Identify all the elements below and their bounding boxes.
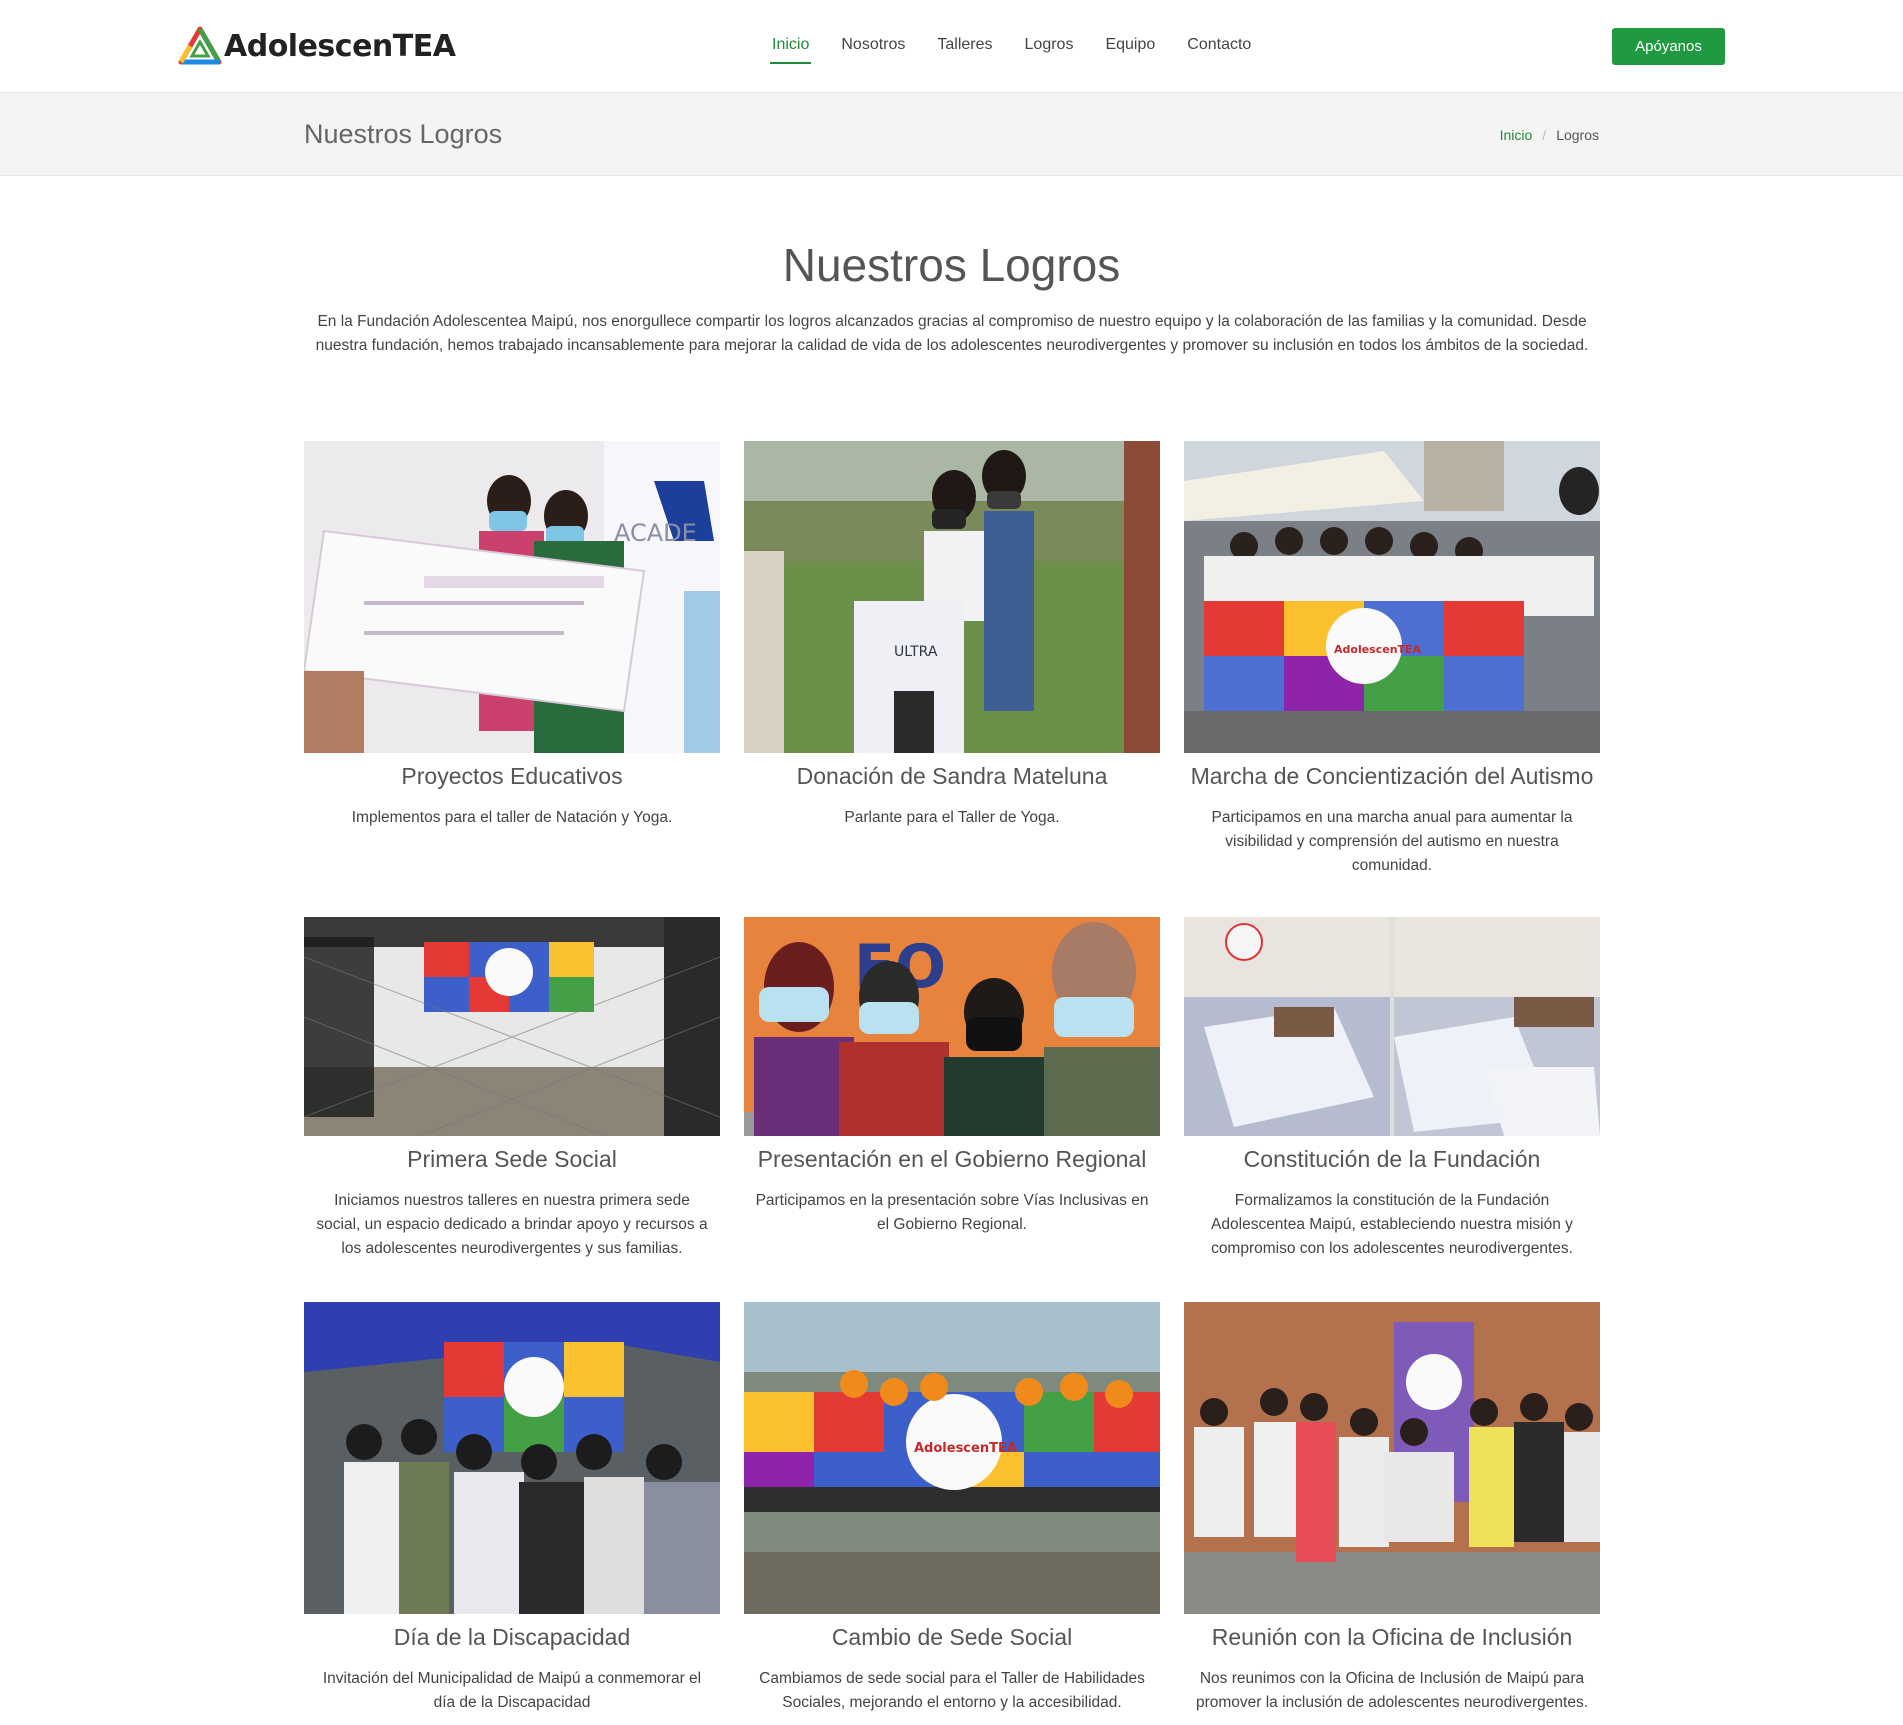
card-description: Participamos en una marcha anual para au… — [1211, 809, 1573, 874]
svg-text:AdolescenTEA: AdolescenTEA — [1334, 643, 1422, 656]
svg-text:ACADE: ACADE — [614, 519, 697, 547]
speaker-donation-photo: ULTRA — [744, 441, 1160, 753]
card-description: Invitación del Municipalidad de Maipú a … — [322, 1670, 702, 1711]
nav-equipo[interactable]: Equipo — [1103, 30, 1157, 64]
brand-name: AdolescenTEA — [224, 28, 456, 64]
card-description: Nos reunimos con la Oficina de Inclusión… — [1195, 1670, 1589, 1711]
card-title: Constitución de la Fundación — [1243, 1146, 1541, 1172]
section-title: Nuestros Logros — [782, 239, 1121, 291]
intro-paragraph: En la Fundación Adolescentea Maipú, nos … — [315, 313, 1589, 354]
march-banner-photo: AdolescenTEA — [1184, 441, 1600, 753]
document-signing-photo — [1184, 917, 1600, 1136]
card-description: Iniciamos nuestros talleres en nuestra p… — [316, 1192, 708, 1257]
nav-talleres[interactable]: Talleres — [935, 30, 994, 64]
nav-nosotros[interactable]: Nosotros — [839, 30, 907, 64]
card-description: Cambiamos de sede social para el Taller … — [759, 1670, 1145, 1711]
breadcrumb-home-link[interactable]: Inicio — [1500, 127, 1533, 143]
nav-contacto[interactable]: Contacto — [1185, 30, 1253, 64]
card-title: Marcha de Concientización del Autismo — [1190, 763, 1594, 789]
card-title: Cambio de Sede Social — [831, 1624, 1073, 1650]
achievement-card: AdolescenTEA Cambio de Sede Social Cambi… — [744, 1302, 1160, 1715]
achievement-card: AdolescenTEA Marcha de Concientización d… — [1184, 441, 1600, 878]
achievement-card: Constitución de la Fundación Formalizamo… — [1184, 917, 1600, 1261]
tent-event-photo — [304, 1302, 720, 1614]
card-description: Formalizamos la constitución de la Funda… — [1211, 1192, 1573, 1257]
check-ceremony-photo: ACADE — [304, 441, 720, 753]
support-button[interactable]: Apóyanos — [1612, 28, 1725, 65]
site-header: AdolescenTEA Inicio Nosotros Talleres Lo… — [0, 0, 1903, 92]
page-header: Nuestros Logros Inicio / Logros — [0, 92, 1903, 176]
nav-logros[interactable]: Logros — [1023, 30, 1076, 64]
card-title: Día de la Discapacidad — [393, 1624, 631, 1650]
achievement-card: EO Presentación en el Gobierno Regional … — [744, 917, 1160, 1237]
card-description: Parlante para el Taller de Yoga. — [844, 809, 1060, 826]
achievement-card: ULTRA Donación de Sandra Mateluna Parlan… — [744, 441, 1160, 830]
card-description: Participamos en la presentación sobre Ví… — [755, 1192, 1149, 1233]
svg-text:ULTRA: ULTRA — [894, 644, 938, 660]
nav-inicio[interactable]: Inicio — [770, 30, 812, 64]
achievement-card: Primera Sede Social Iniciamos nuestros t… — [304, 917, 720, 1261]
card-title: Reunión con la Oficina de Inclusión — [1211, 1624, 1573, 1650]
card-title: Primera Sede Social — [407, 1146, 617, 1172]
breadcrumb: Inicio / Logros — [1500, 127, 1599, 143]
main-nav: Inicio Nosotros Talleres Logros Equipo C… — [770, 30, 1281, 64]
group-meeting-photo — [1184, 1302, 1600, 1614]
breadcrumb-current: Logros — [1556, 127, 1599, 143]
page-title: Nuestros Logros — [304, 119, 503, 149]
achievement-card: ACADE Proyectos Educativos Implementos p… — [304, 441, 720, 830]
brand-logo[interactable]: AdolescenTEA — [178, 26, 456, 66]
flower-banner-photo: AdolescenTEA — [744, 1302, 1160, 1614]
card-description: Implementos para el taller de Natación y… — [351, 809, 673, 826]
breadcrumb-separator: / — [1542, 127, 1547, 143]
card-title: Proyectos Educativos — [401, 763, 623, 789]
svg-text:AdolescenTEA: AdolescenTEA — [914, 1441, 1017, 1456]
achievement-card: Día de la Discapacidad Invitación del Mu… — [304, 1302, 720, 1715]
fence-banner-photo — [304, 917, 720, 1136]
triangle-logo-icon — [178, 26, 222, 65]
card-title: Presentación en el Gobierno Regional — [757, 1146, 1147, 1172]
achievement-card: Reunión con la Oficina de Inclusión Nos … — [1184, 1302, 1600, 1715]
card-title: Donación de Sandra Mateluna — [796, 763, 1108, 789]
selfie-group-photo: EO — [744, 917, 1160, 1136]
